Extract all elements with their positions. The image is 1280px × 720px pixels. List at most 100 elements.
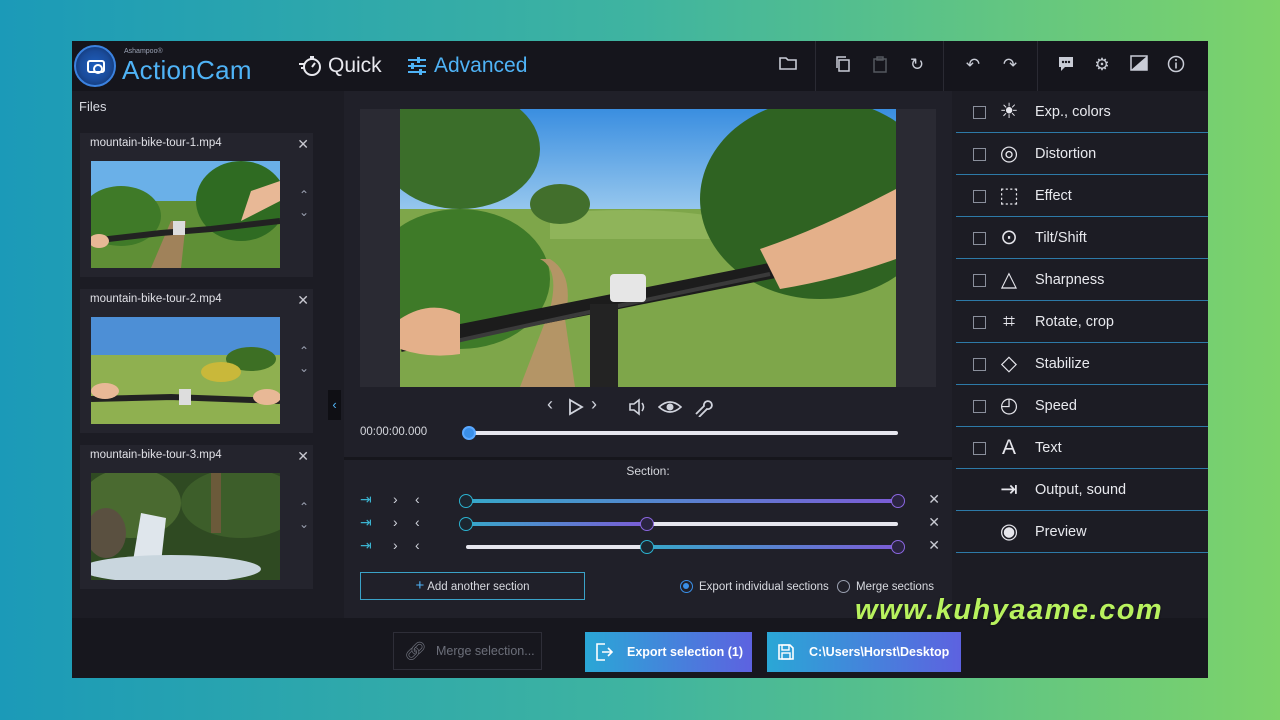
section-start-handle[interactable] xyxy=(459,494,473,508)
section-start-handle[interactable] xyxy=(640,540,655,554)
tool-checkbox[interactable] xyxy=(973,274,986,287)
info-icon[interactable] xyxy=(1166,55,1186,75)
next-frame-icon[interactable]: › xyxy=(591,394,597,415)
toolbar-divider xyxy=(943,41,944,91)
tool-checkbox[interactable] xyxy=(973,400,986,413)
tool-item[interactable]: A Text xyxy=(956,427,1208,469)
remove-section-icon[interactable]: ✕ xyxy=(928,514,940,531)
reset-icon[interactable]: ↻ xyxy=(907,55,927,75)
tool-checkbox[interactable] xyxy=(973,316,986,329)
move-up-icon[interactable]: ⌃ xyxy=(299,500,309,514)
output-path-label: C:\Users\Horst\Desktop xyxy=(809,645,950,659)
tool-label: Text xyxy=(1035,440,1062,456)
distortion-icon: ◎ xyxy=(999,142,1019,165)
set-start-icon[interactable]: ⇥ xyxy=(360,537,372,554)
section-range-fill xyxy=(466,499,898,503)
collapse-panel-button[interactable]: ‹ xyxy=(328,390,341,420)
move-up-icon[interactable]: ⌃ xyxy=(299,188,309,202)
undo-icon[interactable]: ↶ xyxy=(963,55,983,75)
move-down-icon[interactable]: ⌄ xyxy=(299,205,309,219)
speedometer-icon: ◴ xyxy=(999,394,1019,417)
forward-icon[interactable]: › xyxy=(393,537,398,553)
file-item[interactable]: mountain-bike-tour-2.mp4 ✕ ⌃ ⌄ xyxy=(80,289,313,433)
toolbar: Ashampoo® ActionCam Quick Advanced ↻ ↶ ↷… xyxy=(72,41,1208,91)
back-icon[interactable]: ‹ xyxy=(415,491,420,507)
merge-sections-radio[interactable]: Merge sections xyxy=(837,580,934,593)
effect-icon: ⬚ xyxy=(999,184,1019,207)
tool-item[interactable]: ◇ Stabilize xyxy=(956,343,1208,385)
radio-unselected-icon xyxy=(837,580,850,593)
files-panel: Files mountain-bike-tour-1.mp4 ✕ ⌃ ⌄ mou… xyxy=(72,91,342,618)
forward-icon[interactable]: › xyxy=(393,514,398,530)
video-preview[interactable] xyxy=(400,109,896,387)
move-down-icon[interactable]: ⌄ xyxy=(299,361,309,375)
section-end-handle[interactable] xyxy=(640,517,655,531)
brand-vendor: Ashampoo® xyxy=(124,48,163,55)
previous-frame-icon[interactable]: ‹ xyxy=(547,394,553,415)
tool-item[interactable]: ⬚ Effect xyxy=(956,175,1208,217)
triangle-icon: △ xyxy=(1000,268,1018,291)
tool-checkbox[interactable] xyxy=(973,190,986,203)
move-down-icon[interactable]: ⌄ xyxy=(299,517,309,531)
timecode: 00:00:00.000 xyxy=(360,426,428,438)
tool-checkbox[interactable] xyxy=(973,106,986,119)
file-item[interactable]: mountain-bike-tour-1.mp4 ✕ ⌃ ⌄ xyxy=(80,133,313,277)
tool-item[interactable]: ◉ Preview xyxy=(956,511,1208,553)
tilt-shift-icon: ⊙ xyxy=(1000,226,1018,249)
move-up-icon[interactable]: ⌃ xyxy=(299,344,309,358)
forward-icon[interactable]: › xyxy=(393,491,398,507)
remove-section-icon[interactable]: ✕ xyxy=(928,537,940,554)
back-icon[interactable]: ‹ xyxy=(415,537,420,553)
set-start-icon[interactable]: ⇥ xyxy=(360,491,372,508)
paste-icon[interactable] xyxy=(870,55,890,75)
copy-icon[interactable] xyxy=(833,55,853,75)
preview-eye-icon[interactable] xyxy=(657,394,683,420)
close-icon[interactable]: ✕ xyxy=(297,292,309,309)
tool-item[interactable]: ⇥ Output, sound xyxy=(956,469,1208,511)
settings-gear-icon[interactable]: ⚙ xyxy=(1092,55,1112,75)
set-start-icon[interactable]: ⇥ xyxy=(360,514,372,531)
play-icon[interactable] xyxy=(568,394,584,421)
tool-checkbox[interactable] xyxy=(973,442,986,455)
tool-checkbox[interactable] xyxy=(973,232,986,245)
seek-bar[interactable] xyxy=(468,431,898,435)
toolbar-divider xyxy=(1037,41,1038,91)
tool-item[interactable]: △ Sharpness xyxy=(956,259,1208,301)
actioncam-window: Ashampoo® ActionCam Quick Advanced ↻ ↶ ↷… xyxy=(72,41,1208,678)
tool-checkbox[interactable] xyxy=(973,148,986,161)
export-selection-button[interactable]: Export selection (1) xyxy=(585,632,752,672)
back-icon[interactable]: ‹ xyxy=(415,514,420,530)
tool-item[interactable]: ◎ Distortion xyxy=(956,133,1208,175)
merge-selection-button[interactable]: 🔗︎ Merge selection... xyxy=(393,632,542,670)
wrench-icon[interactable] xyxy=(693,394,713,422)
seek-handle[interactable] xyxy=(462,426,476,440)
file-item[interactable]: mountain-bike-tour-3.mp4 ✕ ⌃ ⌄ xyxy=(80,445,313,589)
output-folder-button[interactable]: C:\Users\Horst\Desktop xyxy=(767,632,961,672)
section-end-handle[interactable] xyxy=(891,540,905,554)
tool-label: Distortion xyxy=(1035,146,1097,162)
tool-item[interactable]: ⌗ Rotate, crop xyxy=(956,301,1208,343)
watermark-text: www.kuhyaame.com xyxy=(855,594,1164,626)
tool-checkbox[interactable] xyxy=(973,358,986,371)
section-start-handle[interactable] xyxy=(459,517,473,531)
stabilize-icon: ◇ xyxy=(1000,352,1018,375)
remove-section-icon[interactable]: ✕ xyxy=(928,491,940,508)
add-section-button[interactable]: + Add another section xyxy=(360,572,585,600)
quick-mode-tab[interactable]: Quick xyxy=(298,54,382,78)
video-thumbnail xyxy=(91,473,280,580)
advanced-mode-tab[interactable]: Advanced xyxy=(406,54,527,78)
section-row: ⇥ › ‹ ✕ xyxy=(360,537,940,557)
tool-item[interactable]: ☀︎ Exp., colors xyxy=(956,91,1208,133)
feedback-icon[interactable] xyxy=(1056,55,1076,75)
tool-item[interactable]: ◴ Speed xyxy=(956,385,1208,427)
tool-label: Rotate, crop xyxy=(1035,314,1114,330)
compare-view-icon[interactable] xyxy=(1129,55,1149,75)
volume-icon[interactable] xyxy=(628,394,648,421)
tool-item[interactable]: ⊙ Tilt/Shift xyxy=(956,217,1208,259)
close-icon[interactable]: ✕ xyxy=(297,448,309,465)
redo-icon[interactable]: ↷ xyxy=(1000,55,1020,75)
export-individual-radio[interactable]: Export individual sections xyxy=(680,580,829,593)
section-end-handle[interactable] xyxy=(891,494,905,508)
close-icon[interactable]: ✕ xyxy=(297,136,309,153)
open-folder-icon[interactable] xyxy=(778,55,798,75)
